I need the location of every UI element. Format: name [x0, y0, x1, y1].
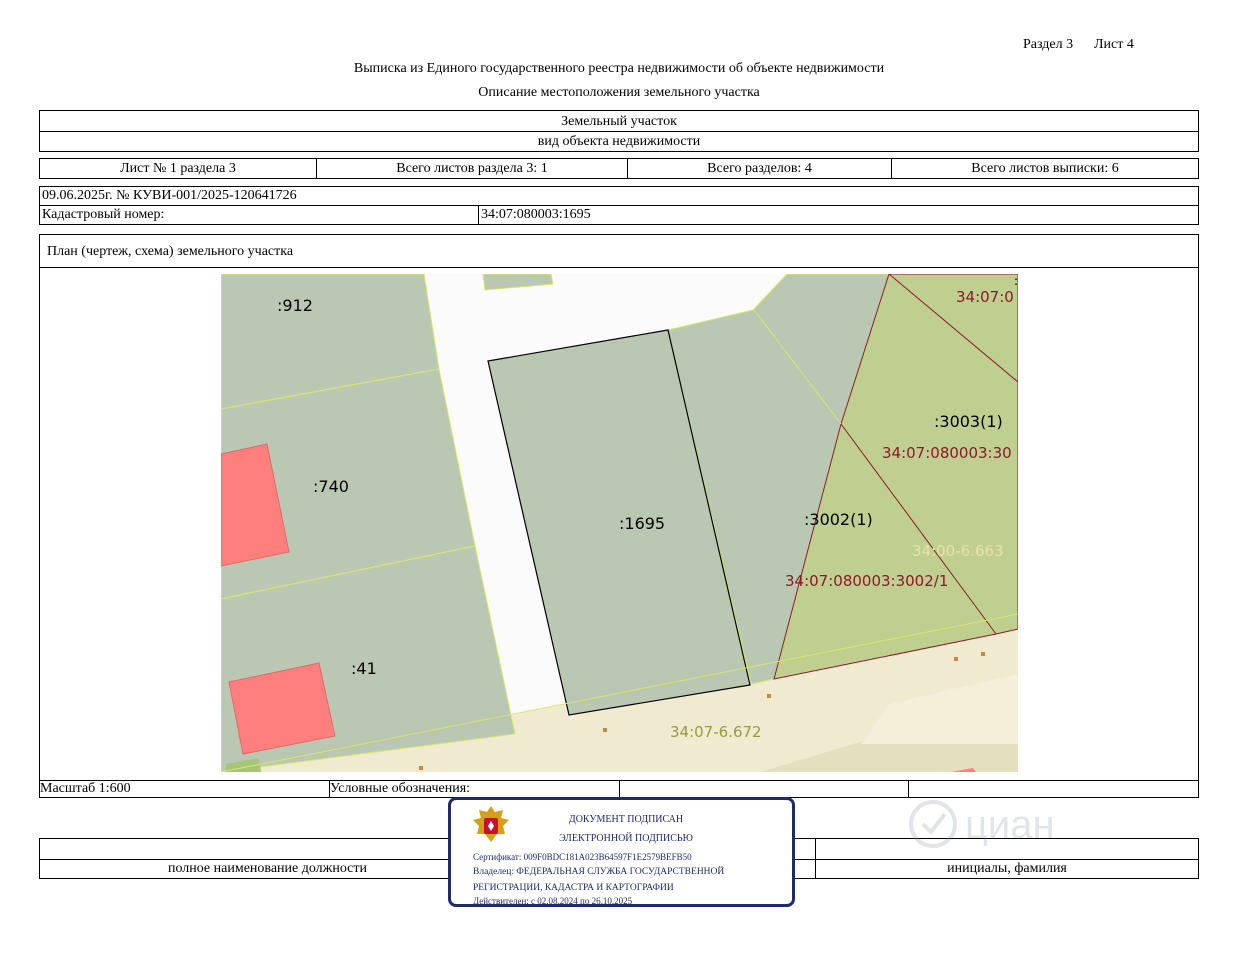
label-cadastral-top: 34:07:0	[956, 288, 1014, 306]
object-type-caption: вид объекта недвижимости	[537, 134, 701, 149]
e-signature-stamp: ДОКУМЕНТ ПОДПИСАН ЭЛЕКТРОННОЙ ПОДПИСЬЮ С…	[448, 797, 795, 907]
cadastral-label: Кадастровый номер:	[42, 207, 165, 222]
document-subtitle: Описание местоположения земельного участ…	[478, 85, 760, 100]
section-number: Раздел 3	[1023, 37, 1074, 52]
name-caption: инициалы, фамилия	[947, 861, 1067, 876]
label-zone-6672: 34:07-6.672	[670, 723, 762, 741]
legend-label: Условные обозначения:	[330, 781, 471, 796]
cadastral-table: 09.06.2025г. № КУВИ-001/2025-120641726 К…	[39, 186, 1199, 225]
label-740: :740	[313, 477, 349, 496]
emblem-icon	[473, 806, 509, 842]
date-and-number: 09.06.2025г. № КУВИ-001/2025-120641726	[42, 188, 297, 203]
sheets-table: Лист № 1 раздела 3 Всего листов раздела …	[39, 158, 1199, 179]
label-41: :41	[351, 659, 377, 678]
watermark-logo: циан	[909, 800, 1055, 848]
position-caption: полное наименование должности	[167, 861, 368, 876]
document-title: Выписка из Единого государственного реес…	[353, 61, 885, 76]
label-1695: :1695	[619, 514, 666, 533]
stamp-line-2: ЭЛЕКТРОННОЙ ПОДПИСЬЮ	[559, 833, 693, 844]
total-sections: Всего разделов: 4	[707, 161, 812, 176]
stamp-owner-1: Владелец: ФЕДЕРАЛЬНАЯ СЛУЖБА ГОСУДАРСТВЕ…	[473, 867, 725, 877]
label-3003: :3003(1)	[934, 412, 1003, 431]
stamp-validity: Действителен: с 02.08.2024 по 26.10.2025	[473, 896, 633, 906]
label-cadastral-low: 34:07:080003:3002/1	[785, 572, 949, 590]
stamp-certificate: Сертификат: 009F0BDC181A023B64597F1E2579…	[473, 852, 692, 862]
cadastral-number: 34:07:080003:1695	[481, 207, 591, 222]
stamp-line-1: ДОКУМЕНТ ПОДПИСАН	[568, 814, 684, 825]
label-912: :912	[277, 296, 313, 315]
label-cadastral-mid: 34:07:080003:30	[882, 444, 1012, 462]
plan-scale: Масштаб 1:600	[40, 781, 131, 796]
plan-title: План (чертеж, схема) земельного участка	[47, 244, 294, 259]
svg-text:циан: циан	[965, 803, 1055, 847]
sheet-number: Лист 4	[1094, 37, 1134, 52]
object-type: Земельный участок	[561, 114, 677, 129]
label-3002: :3002(1)	[804, 510, 873, 529]
label-stray: :	[1014, 274, 1018, 288]
object-type-table: Земельный участок вид объекта недвижимос…	[39, 110, 1199, 152]
sheet-no: Лист № 1 раздела 3	[120, 161, 236, 176]
label-zone-6663: 34:00-6.663	[912, 542, 1004, 560]
cadastral-map: :912 :740 :41 :1695 :3002(1) :3003(1) 34…	[221, 274, 1018, 772]
stamp-owner-2: РЕГИСТРАЦИИ, КАДАСТРА И КАРТОГРАФИИ	[473, 883, 674, 893]
total-sheets: Всего листов выписки: 6	[971, 161, 1119, 176]
total-section-sheets: Всего листов раздела 3: 1	[396, 161, 548, 176]
